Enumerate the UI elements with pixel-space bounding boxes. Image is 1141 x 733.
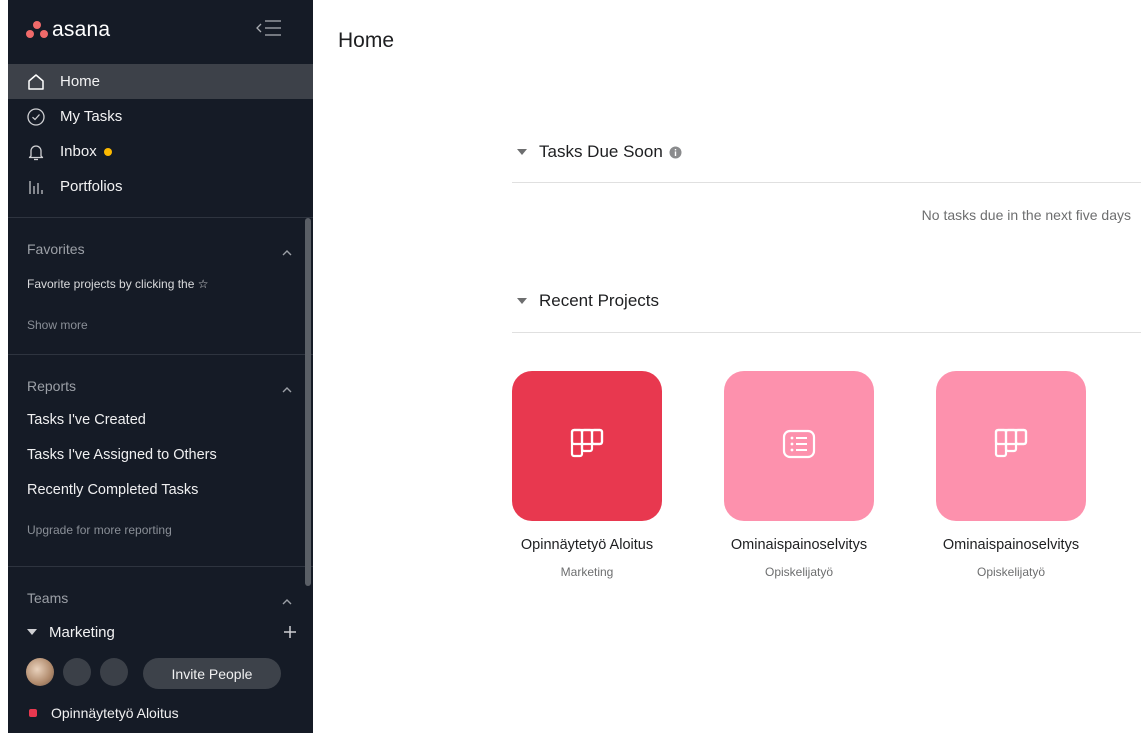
project-card-ominaispainoselvitys-board[interactable] (936, 371, 1086, 521)
tasks-due-soon-title: Tasks Due Soon (539, 142, 663, 161)
caret-down-icon (517, 149, 527, 155)
report-recently-completed[interactable]: Recently Completed Tasks (27, 482, 198, 498)
nav-my-tasks-label: My Tasks (60, 108, 123, 125)
report-tasks-assigned[interactable]: Tasks I've Assigned to Others (27, 447, 217, 463)
project-name[interactable]: Ominaispainoselvitys (699, 537, 899, 553)
nav-home-label: Home (60, 73, 101, 90)
project-team: Marketing (560, 565, 614, 579)
project-card-ominaispainoselvitys-list[interactable] (724, 371, 874, 521)
team-name: Marketing (49, 623, 115, 641)
favorites-hint: Favorite projects by clicking the ☆ (27, 277, 209, 291)
project-team: Opiskelijatyö (976, 565, 1046, 579)
home-icon (26, 72, 46, 92)
tasks-due-empty-message: No tasks due in the next five days (921, 207, 1131, 223)
caret-down-icon (517, 298, 527, 304)
avatar-placeholder[interactable] (63, 658, 91, 686)
nav-inbox-label: Inbox (60, 143, 97, 160)
sidebar-project-item[interactable]: Opinnäytetyö Aloitus (27, 701, 179, 725)
sidebar: asana Home My Tasks Inbox Portfolios Fav… (8, 0, 313, 733)
portfolio-bars-icon (26, 177, 46, 197)
avatar-placeholder[interactable] (100, 658, 128, 686)
collapse-sidebar-icon[interactable] (255, 16, 283, 40)
project-name[interactable]: Ominaispainoselvitys (911, 537, 1111, 553)
list-icon (782, 429, 816, 464)
invite-people-button[interactable]: Invite People (143, 658, 281, 689)
recent-projects-title: Recent Projects (539, 291, 659, 310)
team-marketing[interactable]: Marketing (27, 620, 297, 644)
asana-logo-icon (26, 21, 48, 39)
project-team: Opiskelijatyö (764, 565, 834, 579)
board-icon (994, 428, 1028, 465)
divider (8, 566, 313, 567)
divider (8, 217, 313, 218)
reports-heading[interactable]: Reports (27, 378, 76, 394)
recent-projects-header[interactable]: Recent Projects (517, 291, 659, 311)
project-card-opinnaytetyo[interactable] (512, 371, 662, 521)
asana-logo[interactable]: asana (26, 18, 110, 42)
nav-my-tasks[interactable]: My Tasks (8, 99, 313, 134)
caret-down-icon (27, 629, 37, 635)
project-color-square (29, 709, 37, 717)
brand-name: asana (52, 18, 111, 41)
section-divider (512, 182, 1141, 183)
divider (8, 354, 313, 355)
bell-icon (26, 142, 46, 162)
tasks-due-soon-header[interactable]: Tasks Due Soon (517, 142, 682, 162)
info-icon[interactable] (669, 146, 682, 159)
section-divider (512, 332, 1141, 333)
sidebar-scrollbar[interactable] (305, 218, 311, 586)
nav-inbox[interactable]: Inbox (8, 134, 313, 169)
page-title: Home (338, 29, 395, 52)
nav-home[interactable]: Home (8, 64, 313, 99)
nav-portfolios-label: Portfolios (60, 178, 123, 195)
chevron-up-icon[interactable] (280, 245, 294, 256)
project-name[interactable]: Opinnäytetyö Aloitus (487, 537, 687, 553)
chevron-up-icon[interactable] (280, 594, 294, 605)
add-icon[interactable] (282, 621, 298, 641)
report-tasks-created[interactable]: Tasks I've Created (27, 412, 146, 428)
chevron-up-icon[interactable] (280, 382, 294, 393)
show-more-link[interactable]: Show more (27, 318, 88, 332)
favorites-heading[interactable]: Favorites (27, 241, 85, 257)
check-circle-icon (26, 107, 46, 127)
unread-dot (103, 147, 112, 156)
upgrade-reporting-link[interactable]: Upgrade for more reporting (27, 523, 172, 537)
board-icon (570, 428, 604, 465)
teams-heading[interactable]: Teams (27, 590, 68, 606)
avatar[interactable] (26, 658, 54, 686)
sidebar-project-name: Opinnäytetyö Aloitus (51, 705, 179, 721)
nav-portfolios[interactable]: Portfolios (8, 169, 313, 204)
